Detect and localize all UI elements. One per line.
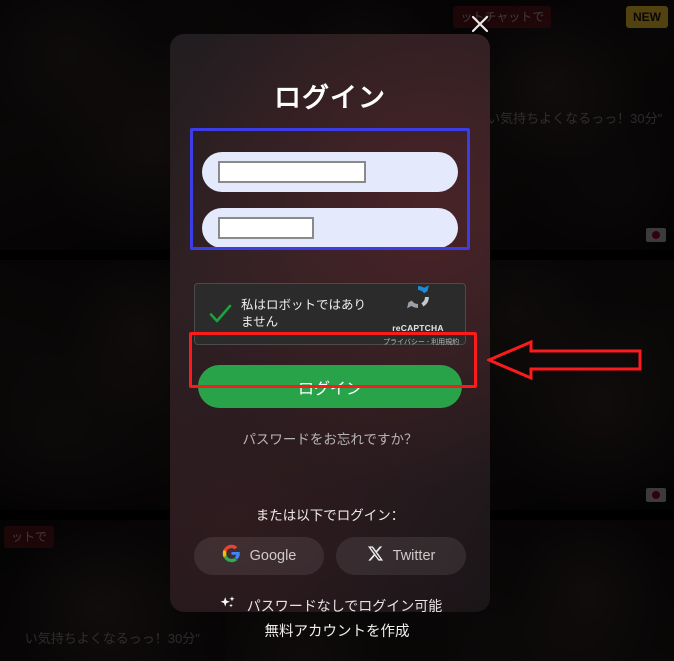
google-login-label: Google — [249, 548, 297, 564]
credentials-group — [194, 141, 466, 259]
passwordless-login-link[interactable]: パスワードなしでログイン可能 — [194, 593, 466, 612]
login-submit-wrapper: ログイン — [194, 361, 466, 412]
passwordless-login-label: パスワードなしでログイン可能 — [246, 597, 443, 613]
login-submit-button[interactable]: ログイン — [198, 365, 462, 408]
username-redaction-box — [218, 161, 366, 183]
sparkles-icon — [218, 593, 238, 612]
google-login-button[interactable]: Google — [194, 537, 324, 575]
login-modal: ログイン 私はロボットではありません reCAPTCHA プライバシー - 利用… — [170, 34, 490, 612]
recaptcha-widget[interactable]: 私はロボットではありません reCAPTCHA プライバシー - 利用規約 — [194, 282, 466, 347]
twitter-login-label: Twitter — [392, 548, 436, 564]
page-title: ログイン — [274, 83, 386, 113]
username-input[interactable] — [202, 152, 458, 192]
create-account-link[interactable]: 無料アカウントを作成 — [0, 620, 674, 641]
google-icon — [222, 544, 241, 568]
x-twitter-icon — [367, 545, 384, 567]
alt-login-label: または以下でログイン： — [255, 508, 405, 523]
page-root: ットチャットで NEW っぱい気持ちよくなるっっ！30分" Mi JP ットで … — [0, 0, 674, 661]
twitter-login-button[interactable]: Twitter — [336, 537, 466, 575]
password-redaction-box — [218, 217, 314, 239]
recaptcha-legal-links[interactable]: プライバシー - 利用規約 — [383, 337, 459, 347]
forgot-password-link[interactable]: パスワードをお忘れですか？ — [194, 428, 466, 448]
recaptcha-label: 私はロボットではありません — [241, 298, 367, 329]
recaptcha-brand: reCAPTCHA プライバシー - 利用規約 — [383, 282, 459, 347]
checkmark-icon[interactable] — [207, 301, 233, 327]
recaptcha-brand-name: reCAPTCHA — [392, 322, 444, 333]
close-icon[interactable] — [466, 10, 494, 38]
social-login-row: Google Twitter — [194, 537, 466, 575]
password-input[interactable] — [202, 208, 458, 248]
recaptcha-logo-icon — [383, 282, 453, 317]
